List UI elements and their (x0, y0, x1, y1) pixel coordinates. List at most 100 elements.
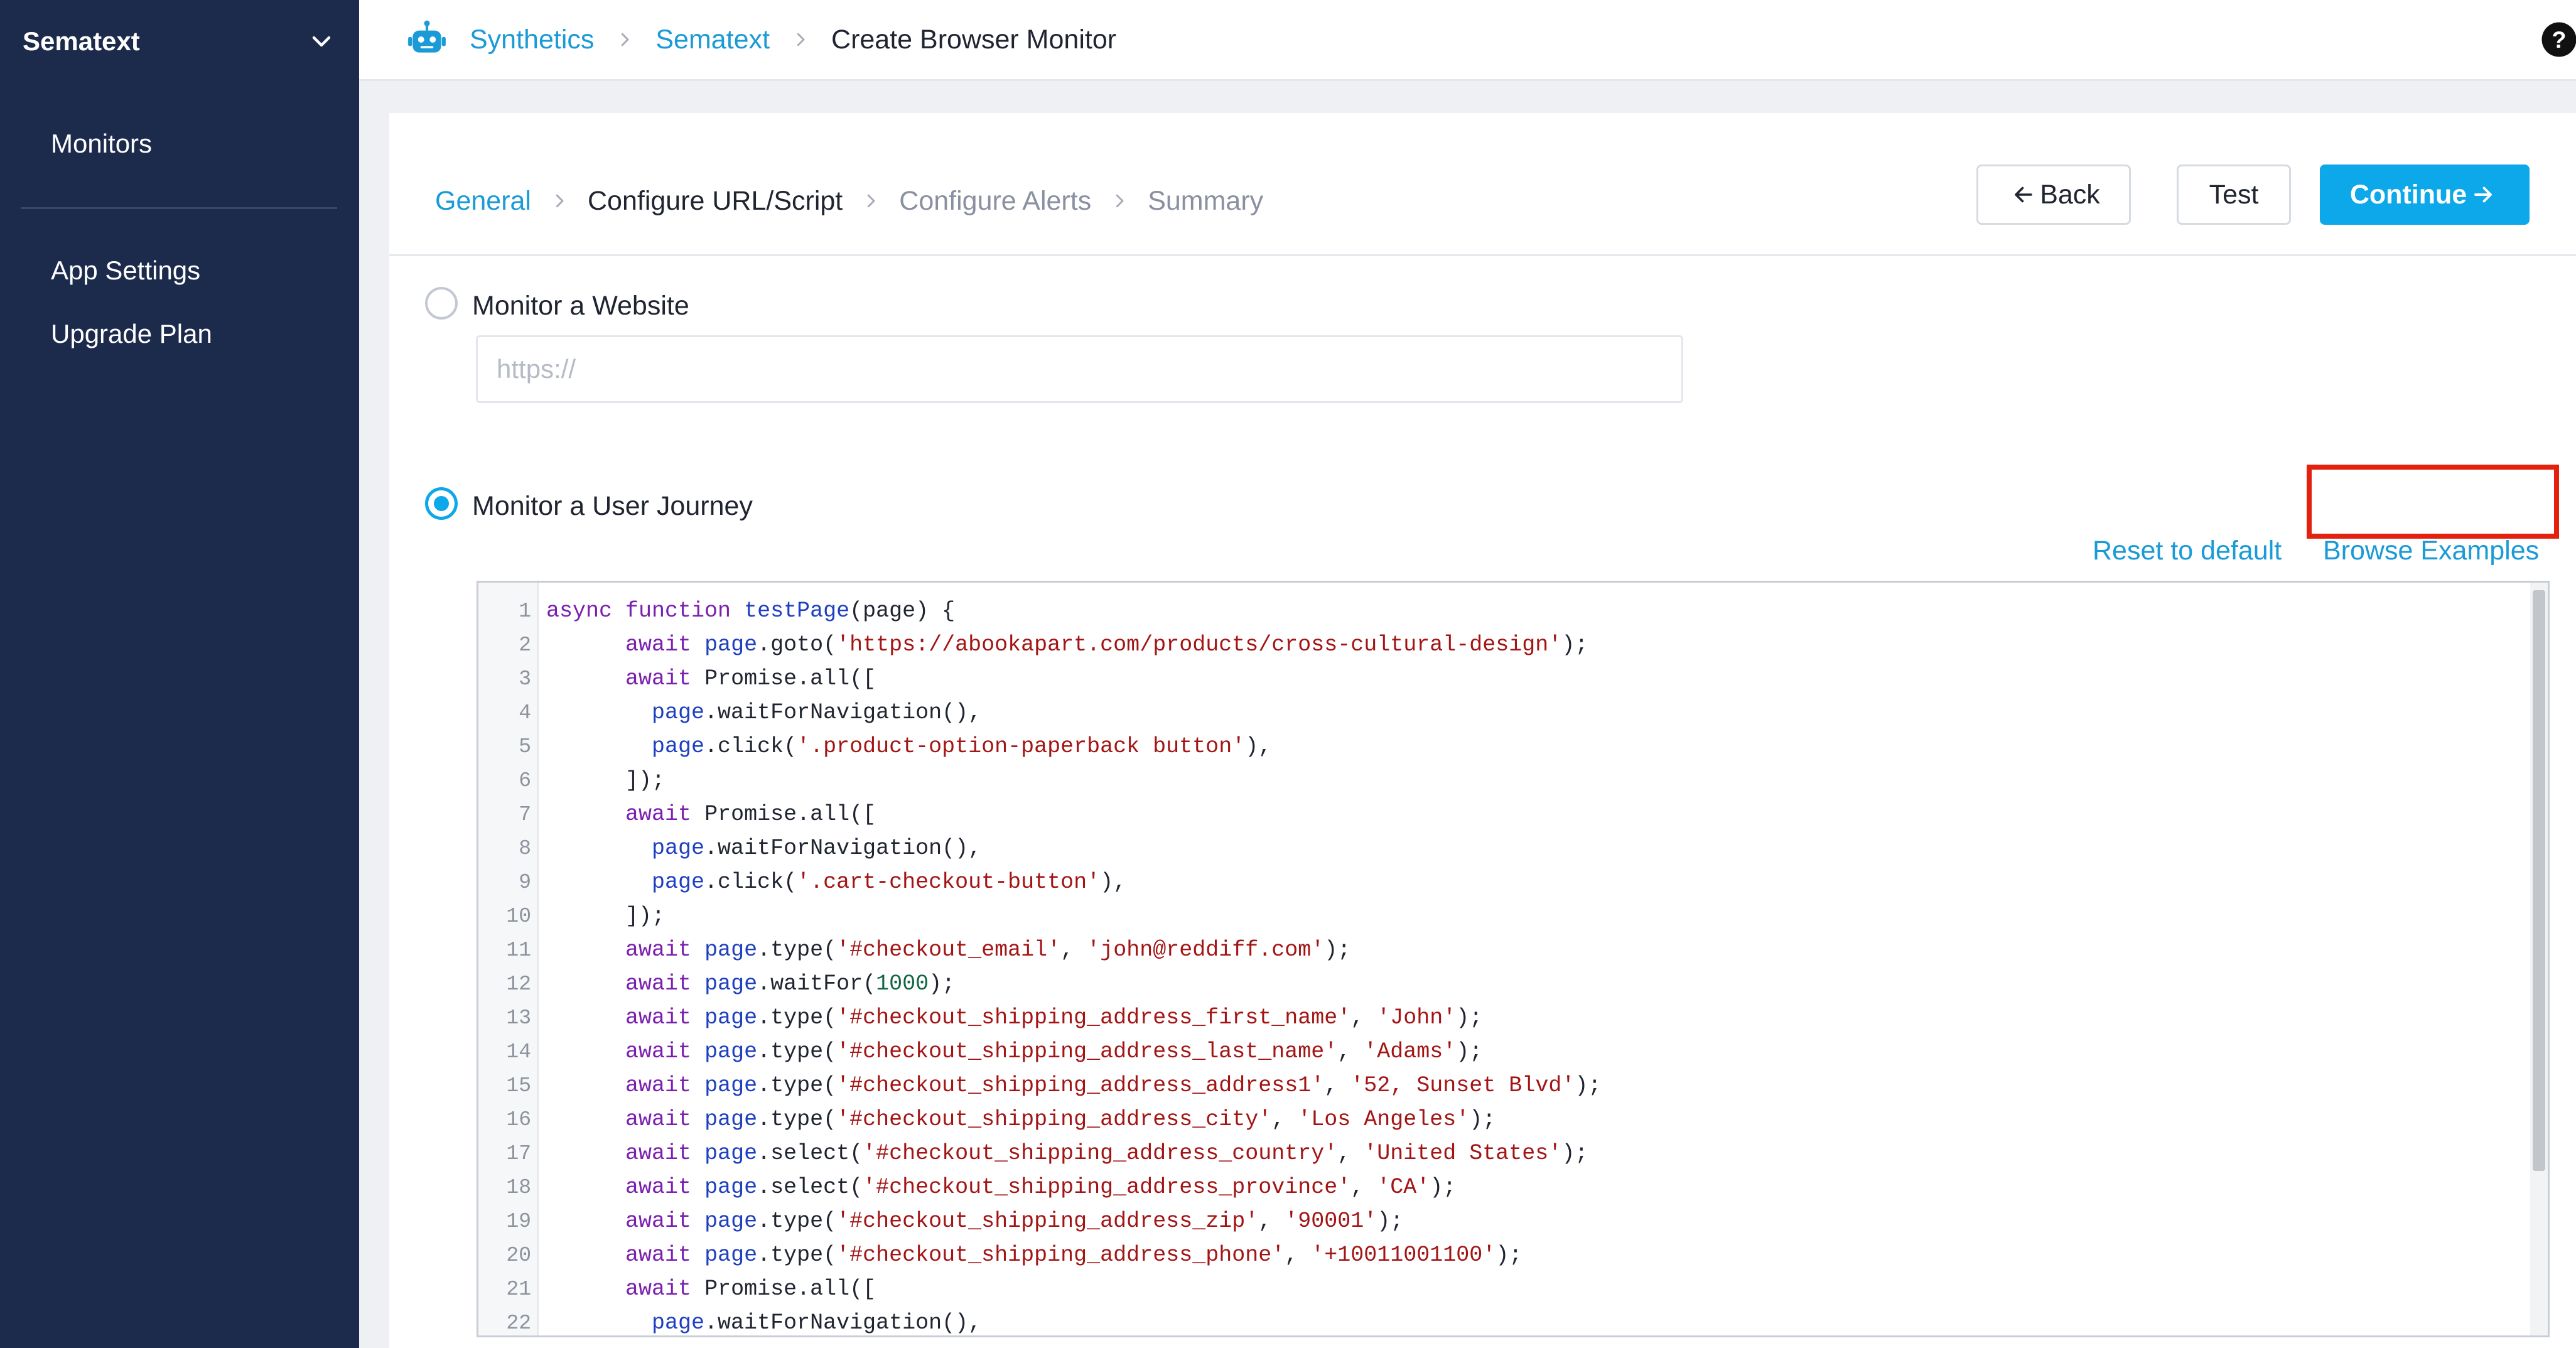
line-number: 6 (519, 768, 531, 792)
code-text: async function testPage(page) { (546, 598, 956, 623)
code-text: page.waitForNavigation(), (652, 836, 982, 861)
line-number: 7 (519, 802, 531, 826)
svg-text:?: ? (2552, 26, 2567, 53)
code-line: 14 await page.type('#checkout_shipping_a… (478, 1035, 2500, 1069)
robot-icon (408, 20, 446, 53)
continue-button[interactable]: Continue (2320, 164, 2530, 225)
line-number: 11 (506, 938, 531, 962)
page-title: Create Browser Monitor (831, 24, 1117, 55)
line-number: 22 (506, 1311, 531, 1335)
code-line: 17 await page.select('#checkout_shipping… (478, 1136, 2500, 1170)
code-text: await page.type('#checkout_email', 'john… (625, 937, 1351, 962)
code-line: 20 await page.type('#checkout_shipping_a… (478, 1238, 2500, 1272)
line-number: 21 (506, 1277, 531, 1301)
code-text: await Promise.all([ (625, 802, 876, 827)
arrow-right-icon (2474, 186, 2492, 203)
step-general[interactable]: General (435, 186, 531, 217)
editor-scrollbar[interactable] (2530, 583, 2548, 1335)
chevron-right-icon (622, 33, 629, 46)
breadcrumb: Synthetics Sematext Create Browser Monit… (470, 19, 1116, 60)
user-journey-radio-label[interactable]: Monitor a User Journey (472, 491, 753, 522)
code-text: await page.goto('https://abookapart.com/… (625, 632, 1588, 657)
code-text: await page.select('#checkout_shipping_ad… (625, 1141, 1588, 1166)
code-line: 1 async function testPage(page) { (478, 594, 2500, 628)
sidebar: Sematext Monitors App Settings Upgrade P… (0, 0, 359, 1348)
code-line: 4 page.waitForNavigation(), (478, 696, 2500, 730)
step-configure-url-script: Configure URL/Script (587, 185, 843, 216)
back-button-label: Back (2040, 179, 2100, 210)
line-number: 8 (519, 836, 531, 860)
wizard-card: General Configure URL/Script Configure A… (389, 113, 2576, 1348)
code-line: 2 await page.goto('https://abookapart.co… (478, 628, 2500, 662)
highlight-annotation (2307, 465, 2559, 539)
line-number: 10 (506, 904, 531, 928)
arrow-left-icon (2015, 186, 2032, 203)
code-text: page.waitForNavigation(), (652, 1310, 982, 1335)
url-input[interactable] (476, 335, 1683, 403)
user-journey-radio[interactable] (425, 487, 458, 520)
code-text: page.click('.product-option-paperback bu… (652, 734, 1272, 759)
reset-to-default-link[interactable]: Reset to default (2093, 536, 2282, 566)
line-number: 16 (506, 1108, 531, 1131)
sidebar-divider (21, 207, 337, 209)
test-button-label: Test (2209, 179, 2259, 210)
header-divider (389, 254, 2576, 256)
sidebar-item-upgrade-plan[interactable]: Upgrade Plan (51, 319, 212, 349)
workspace-name: Sematext (23, 26, 140, 56)
top-bar: Synthetics Sematext Create Browser Monit… (359, 0, 2576, 81)
code-text: page.waitForNavigation(), (652, 700, 982, 725)
code-text: await Promise.all([ (625, 1276, 876, 1302)
website-radio[interactable] (425, 287, 458, 320)
back-button[interactable]: Back (1976, 164, 2131, 225)
wizard-steps: General Configure URL/Script Configure A… (435, 176, 1263, 226)
code-line: 3 await Promise.all([ (478, 662, 2500, 696)
sidebar-item-monitors[interactable]: Monitors (51, 129, 152, 159)
line-number: 1 (519, 599, 531, 623)
code-text: await page.type('#checkout_shipping_addr… (625, 1005, 1483, 1030)
code-line: 15 await page.type('#checkout_shipping_a… (478, 1069, 2500, 1103)
line-number: 4 (519, 701, 531, 725)
line-number: 15 (506, 1074, 531, 1097)
code-line: 5 page.click('.product-option-paperback … (478, 730, 2500, 763)
line-number: 20 (506, 1243, 531, 1267)
code-line: 7 await Promise.all([ (478, 797, 2500, 831)
line-number: 12 (506, 972, 531, 996)
test-button[interactable]: Test (2177, 164, 2291, 225)
line-number: 9 (519, 870, 531, 894)
code-line: 19 await page.type('#checkout_shipping_a… (478, 1204, 2500, 1238)
code-text: await page.type('#checkout_shipping_addr… (625, 1039, 1483, 1064)
chevron-right-icon (1116, 194, 1124, 208)
chevron-right-icon (556, 194, 564, 208)
code-line: 6 ]); (478, 763, 2500, 797)
code-text: await page.type('#checkout_shipping_addr… (625, 1209, 1404, 1234)
code-line: 21 await Promise.all([ (478, 1272, 2500, 1306)
code-line: 16 await page.type('#checkout_shipping_a… (478, 1103, 2500, 1136)
help-icon[interactable]: ? (2540, 21, 2576, 58)
editor-scroll-thumb[interactable] (2533, 590, 2545, 1171)
code-text: await page.type('#checkout_shipping_addr… (625, 1243, 1522, 1268)
code-text: await page.waitFor(1000); (625, 971, 956, 996)
line-number: 5 (519, 735, 531, 758)
chevron-right-icon (797, 33, 805, 46)
sidebar-item-app-settings[interactable]: App Settings (51, 256, 200, 286)
step-summary: Summary (1148, 185, 1264, 216)
continue-button-label: Continue (2349, 179, 2467, 210)
code-line: 13 await page.type('#checkout_shipping_a… (478, 1001, 2500, 1035)
line-number: 17 (506, 1141, 531, 1165)
step-configure-alerts: Configure Alerts (899, 185, 1092, 216)
breadcrumb-sematext[interactable]: Sematext (655, 24, 770, 55)
code-line: 8 page.waitForNavigation(), (478, 831, 2500, 865)
browse-examples-link[interactable]: Browse Examples (2323, 536, 2539, 566)
line-number: 19 (506, 1209, 531, 1233)
code-text: page.click('.cart-checkout-button'), (652, 870, 1127, 895)
code-line: 11 await page.type('#checkout_email', 'j… (478, 933, 2500, 967)
breadcrumb-synthetics[interactable]: Synthetics (470, 24, 594, 55)
workspace-switcher[interactable]: Sematext (23, 23, 337, 60)
code-text: ]); (546, 903, 666, 929)
code-line: 22 page.waitForNavigation(), (478, 1306, 2500, 1335)
script-editor[interactable]: 1 async function testPage(page) { 2 await … (477, 581, 2550, 1337)
code-text: await page.type('#checkout_shipping_addr… (625, 1107, 1496, 1132)
chevron-down-icon (312, 36, 331, 47)
line-number: 14 (506, 1040, 531, 1064)
website-radio-label[interactable]: Monitor a Website (472, 291, 689, 321)
